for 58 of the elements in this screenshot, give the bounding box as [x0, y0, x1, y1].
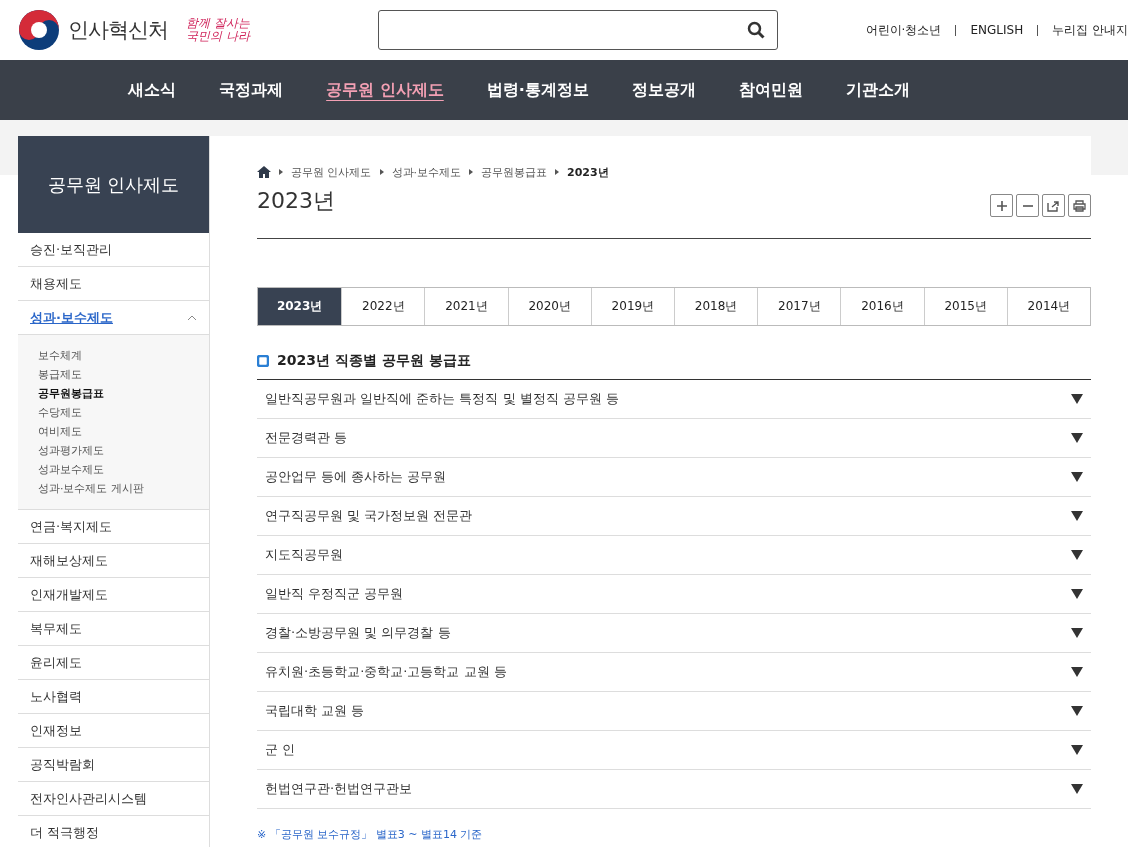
minus-button[interactable] [1016, 194, 1039, 217]
sidebar-item[interactable]: 전자인사관리시스템 [18, 782, 209, 816]
nav-item[interactable]: 기관소개 [845, 79, 910, 101]
page-title: 2023년 [257, 187, 335, 215]
submenu-item[interactable]: 성과평가제도 [38, 441, 209, 460]
nav-item[interactable]: 공무원 인사제도 [326, 79, 444, 101]
breadcrumb-link[interactable]: 공무원 인사제도 [291, 164, 372, 180]
sidebar-item[interactable]: 노사협력 [18, 680, 209, 714]
share-button[interactable] [1042, 194, 1065, 217]
slogan-text: 함께 잘사는 국민의 나라 [186, 16, 252, 44]
square-bullet-icon [257, 354, 269, 367]
home-icon[interactable] [257, 166, 271, 178]
plus-icon [995, 199, 1008, 212]
nav-item[interactable]: 정보공개 [631, 79, 696, 101]
year-tab[interactable]: 2023년 [258, 288, 342, 325]
nav-item[interactable]: 국정과제 [219, 79, 284, 101]
submenu-item[interactable]: 봉급제도 [38, 365, 209, 384]
sidebar-item[interactable]: 공직박람회 [18, 748, 209, 782]
triangle-right-icon [555, 169, 559, 175]
section-title: 2023년 직종별 공무원 봉급표 [277, 351, 471, 370]
search-field[interactable] [378, 10, 778, 50]
nav-item[interactable]: 참여민원 [738, 79, 803, 101]
submenu-item[interactable]: 여비제도 [38, 422, 209, 441]
sidebar-item[interactable]: 재해보상제도 [18, 544, 209, 578]
sidebar-item[interactable]: 채용제도 [18, 267, 209, 301]
sidebar-item[interactable]: 승진·보직관리 [18, 233, 209, 267]
nav-item[interactable]: 새소식 [128, 79, 177, 101]
utility-link[interactable]: 어린이·청소년 [865, 21, 942, 39]
sidebar-item[interactable]: 더 적극행정 [18, 816, 209, 847]
utility-link[interactable]: ENGLISH [970, 23, 1024, 37]
submenu-item[interactable]: 수당제도 [38, 403, 209, 422]
submenu-item[interactable]: 보수체계 [38, 346, 209, 365]
print-button[interactable] [1068, 194, 1091, 217]
plus-button[interactable] [990, 194, 1013, 217]
submenu-item[interactable]: 성과보수제도 [38, 460, 209, 479]
sidebar-item[interactable]: 연금·복지제도 [18, 510, 209, 544]
sidebar-item[interactable]: 인재정보 [18, 714, 209, 748]
sidebar-item[interactable]: 복무제도 [18, 612, 209, 646]
submenu-item[interactable]: 공무원봉급표 [38, 384, 209, 403]
sidebar-item[interactable]: 인재개발제도 [18, 578, 209, 612]
triangle-right-icon [469, 169, 473, 175]
submenu-item[interactable]: 성과·보수제도 게시판 [38, 479, 209, 498]
logo-icon [18, 9, 60, 51]
print-icon [1073, 199, 1086, 212]
triangle-right-icon [379, 169, 384, 175]
sidebar-item[interactable]: 윤리제도 [18, 646, 209, 680]
breadcrumb-link[interactable]: 성과·보수제도 [391, 164, 461, 180]
sidebar-title: 공무원 인사제도 [18, 136, 209, 233]
breadcrumb-link[interactable]: 2023년 [567, 164, 609, 180]
breadcrumb-link[interactable]: 공무원봉급표 [481, 164, 547, 180]
nav-item[interactable]: 법령·통계정보 [486, 79, 589, 101]
triangle-right-icon [279, 169, 283, 175]
footnote: ※ 「공무원 보수규정」 별표3 ~ 별표14 기준 [257, 827, 484, 842]
chevron-up-icon [187, 314, 197, 321]
share-icon [1047, 199, 1060, 212]
logo-text: 인사혁신처 [68, 17, 168, 44]
search-icon[interactable] [747, 21, 765, 39]
utility-link[interactable]: 누리집 안내지 [1052, 21, 1128, 39]
